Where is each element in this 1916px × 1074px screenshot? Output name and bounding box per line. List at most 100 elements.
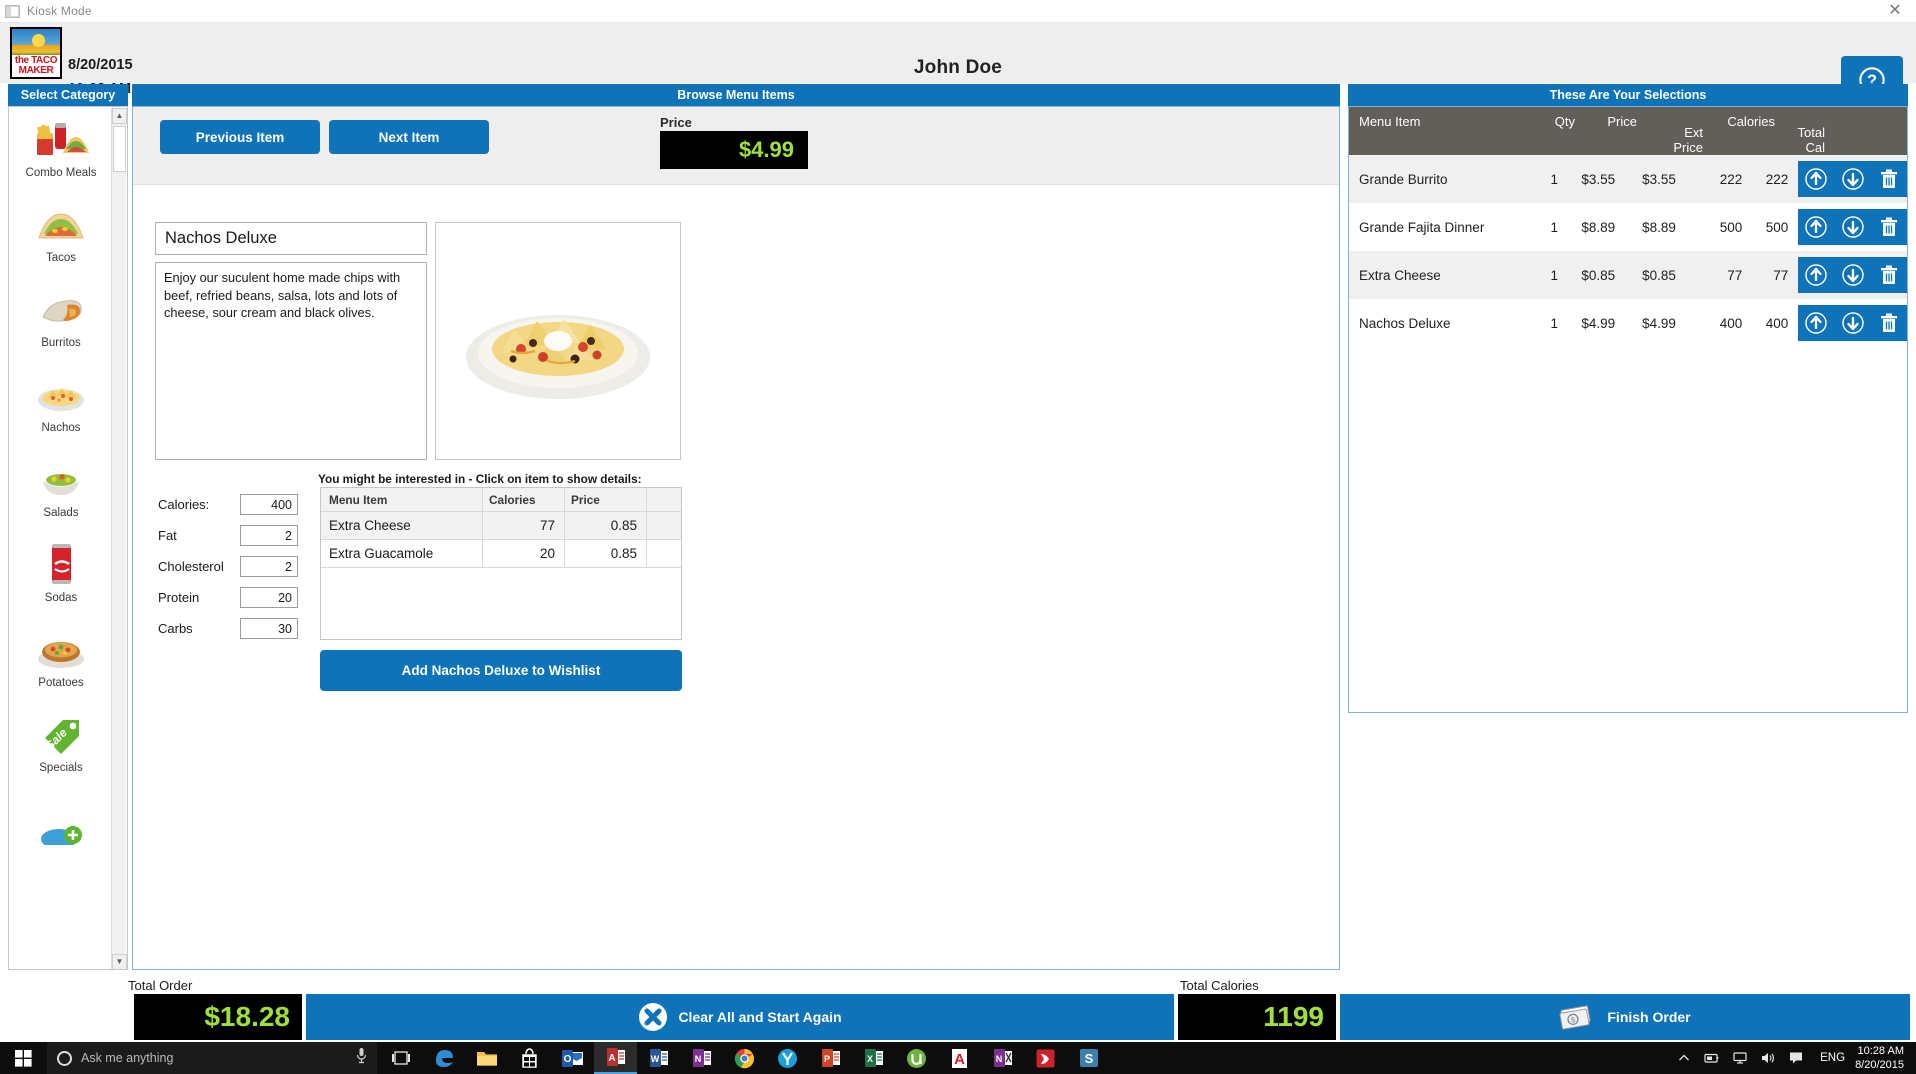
protein-input[interactable]: 20 xyxy=(240,587,298,608)
utorrent-button[interactable] xyxy=(895,1042,938,1074)
sale-tag-icon: Sale xyxy=(33,708,89,760)
item-description-field[interactable]: Enjoy our suculent home made chips with … xyxy=(155,262,427,460)
start-button[interactable] xyxy=(0,1042,47,1074)
sidebar-item-combo-meals[interactable]: Combo Meals xyxy=(9,113,113,198)
store-button[interactable] xyxy=(508,1042,551,1074)
add-to-wishlist-button[interactable]: Add Nachos Deluxe to Wishlist xyxy=(320,650,682,691)
excel-button[interactable]: X xyxy=(852,1042,895,1074)
scroll-down-icon[interactable]: ▼ xyxy=(112,954,127,969)
clock[interactable]: 10:28 AM 8/20/2015 xyxy=(1855,1044,1916,1072)
browse-menu-header: Browse Menu Items xyxy=(132,84,1340,106)
sidebar-item-tacos[interactable]: Tacos xyxy=(9,198,113,283)
sidebar-item-label: Specials xyxy=(39,762,83,774)
item-name-field[interactable]: Nachos Deluxe xyxy=(155,222,427,255)
trash-icon xyxy=(1880,169,1897,188)
nutrition-row: Fat 2 xyxy=(158,520,308,551)
table-row[interactable]: Grande Fajita Dinner 1 $8.89 $8.89 500 5… xyxy=(1349,203,1907,251)
scrollbar-thumb[interactable] xyxy=(113,126,126,172)
powerpoint-button[interactable]: P xyxy=(809,1042,852,1074)
increase-qty-button[interactable] xyxy=(1804,263,1828,287)
decrease-qty-button[interactable] xyxy=(1841,215,1865,239)
table-row[interactable]: Nachos Deluxe 1 $4.99 $4.99 400 400 xyxy=(1349,299,1907,347)
window-title: Kiosk Mode xyxy=(27,4,92,18)
fat-input[interactable]: 2 xyxy=(240,525,298,546)
onenote-clipper-button[interactable]: N xyxy=(981,1042,1024,1074)
row-price: $8.89 xyxy=(1581,219,1616,235)
row-price: $4.99 xyxy=(1581,315,1616,331)
sidebar-item-nachos[interactable]: Nachos xyxy=(9,368,113,453)
sidebar-item-burritos[interactable]: Burritos xyxy=(9,283,113,368)
carbs-input[interactable]: 30 xyxy=(240,618,298,639)
usb-icon[interactable] xyxy=(1698,1042,1726,1074)
sidebar-item-sodas[interactable]: Sodas xyxy=(9,538,113,623)
next-item-button[interactable]: Next Item xyxy=(329,120,489,154)
col-ext-price-line2: Price xyxy=(1673,140,1703,155)
sidebar-item-potatoes[interactable]: Potatoes xyxy=(9,623,113,708)
previous-item-button[interactable]: Previous Item xyxy=(160,120,320,154)
action-center-icon[interactable] xyxy=(1782,1042,1810,1074)
increase-qty-button[interactable] xyxy=(1804,311,1828,335)
yammer-button[interactable] xyxy=(766,1042,809,1074)
selections-header-row: Menu Item Qty Price Ext Price Calories T… xyxy=(1349,107,1907,155)
volume-icon[interactable] xyxy=(1754,1042,1782,1074)
cholesterol-input[interactable]: 2 xyxy=(240,556,298,577)
acrobat-button[interactable]: A xyxy=(938,1042,981,1074)
finish-order-button[interactable]: $ Finish Order xyxy=(1340,994,1910,1040)
increase-qty-button[interactable] xyxy=(1804,215,1828,239)
snagit-icon: S xyxy=(1079,1049,1098,1067)
row-qty: 1 xyxy=(1550,171,1558,187)
word-button[interactable]: W xyxy=(637,1042,680,1074)
language-indicator[interactable]: ENG xyxy=(1810,1052,1855,1064)
delete-row-button[interactable] xyxy=(1877,263,1901,287)
task-view-button[interactable] xyxy=(379,1042,422,1074)
nutrition-label: Calories: xyxy=(158,497,210,512)
microphone-icon[interactable] xyxy=(355,1047,368,1069)
scroll-up-icon[interactable]: ▲ xyxy=(112,108,127,124)
row-ext-price: $0.85 xyxy=(1642,267,1676,283)
table-row[interactable]: Extra Cheese 1 $0.85 $0.85 77 77 xyxy=(1349,251,1907,299)
decrease-qty-button[interactable] xyxy=(1841,263,1865,287)
table-row[interactable]: Grande Burrito 1 $3.55 $3.55 222 222 xyxy=(1349,155,1907,203)
row-calories: 500 xyxy=(1719,219,1743,235)
select-category-header: Select Category xyxy=(8,84,128,106)
access-button[interactable]: A xyxy=(594,1042,637,1074)
close-icon[interactable]: ✕ xyxy=(1884,2,1906,20)
edge-button[interactable] xyxy=(422,1042,465,1074)
category-scrollbar[interactable]: ▲ ▼ xyxy=(111,108,127,969)
money-icon: $ xyxy=(1559,1005,1591,1030)
search-placeholder: Ask me anything xyxy=(81,1051,174,1065)
suggestion-row[interactable]: Extra Cheese 77 0.85 xyxy=(321,512,681,540)
snagit-button[interactable]: S xyxy=(1067,1042,1110,1074)
clock-date: 8/20/2015 xyxy=(1855,1059,1904,1071)
nutrition-label: Fat xyxy=(158,528,177,543)
add-item-icon xyxy=(33,793,89,849)
delete-row-button[interactable] xyxy=(1877,311,1901,335)
chrome-button[interactable] xyxy=(723,1042,766,1074)
svg-text:P: P xyxy=(823,1054,829,1064)
decrease-qty-button[interactable] xyxy=(1841,167,1865,191)
calories-input[interactable]: 400 xyxy=(240,494,298,515)
decrease-qty-button[interactable] xyxy=(1841,311,1865,335)
nutrition-label: Protein xyxy=(158,590,200,605)
outlook-button[interactable]: O xyxy=(551,1042,594,1074)
search-input[interactable]: Ask me anything xyxy=(47,1042,377,1074)
file-explorer-button[interactable] xyxy=(465,1042,508,1074)
visualstudio-icon xyxy=(1036,1049,1055,1067)
suggestion-row[interactable]: Extra Guacamole 20 0.85 xyxy=(321,540,681,568)
arrow-down-circle-icon xyxy=(1841,168,1864,190)
network-icon[interactable] xyxy=(1726,1042,1754,1074)
increase-qty-button[interactable] xyxy=(1804,167,1828,191)
sidebar-item-specials[interactable]: Sale Specials xyxy=(9,708,113,793)
row-qty: 1 xyxy=(1550,219,1558,235)
delete-row-button[interactable] xyxy=(1877,215,1901,239)
chevron-up-icon[interactable] xyxy=(1670,1042,1698,1074)
onenote-button[interactable]: N xyxy=(680,1042,723,1074)
delete-row-button[interactable] xyxy=(1877,167,1901,191)
red-app-button[interactable] xyxy=(1024,1042,1067,1074)
windows-start-icon xyxy=(15,1049,32,1067)
sidebar-item-partial[interactable] xyxy=(9,793,113,878)
suggestion-calories: 77 xyxy=(483,512,565,539)
sidebar-item-salads[interactable]: Salads xyxy=(9,453,113,538)
category-list: Combo Meals Tacos Burritos Nachos Salads… xyxy=(9,107,113,969)
clear-all-button[interactable]: Clear All and Start Again xyxy=(306,994,1174,1040)
